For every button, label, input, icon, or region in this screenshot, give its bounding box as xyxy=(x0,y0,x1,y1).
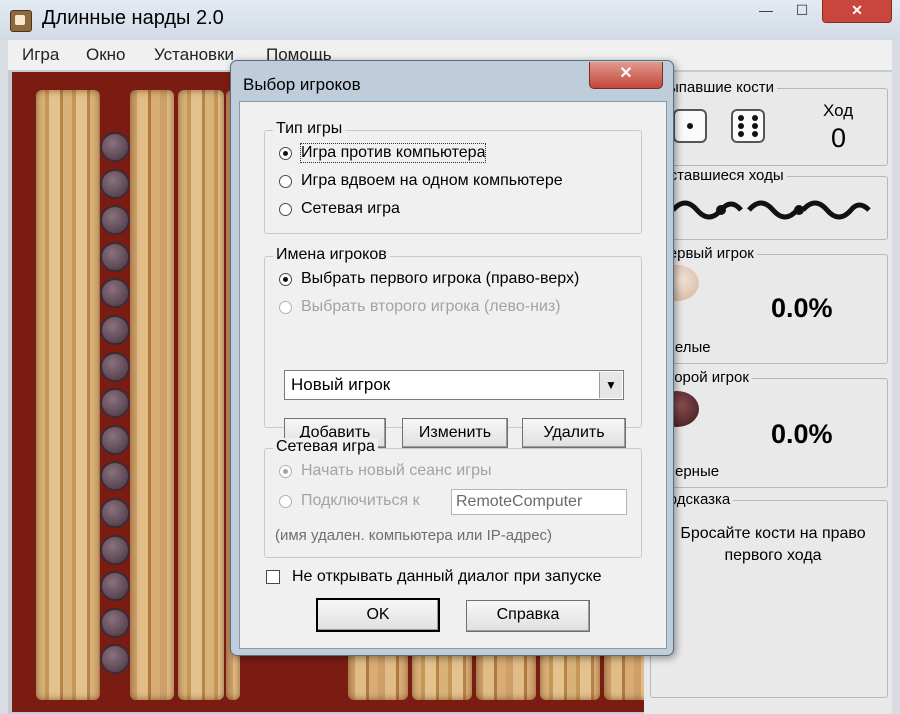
radio-button-icon xyxy=(279,465,292,478)
delete-player-button[interactable]: Удалить xyxy=(522,418,626,448)
checker[interactable] xyxy=(100,278,130,309)
close-window-button[interactable]: ✕ xyxy=(822,0,892,23)
radio-button-icon[interactable] xyxy=(279,175,292,188)
ornament-icon xyxy=(671,200,871,220)
checker[interactable] xyxy=(100,571,130,602)
dialog-close-button[interactable]: ✕ xyxy=(589,62,663,89)
menu-window[interactable]: Окно xyxy=(86,45,126,65)
window-titlebar: Длинные нарды 2.0 — ☐ ✕ xyxy=(0,0,900,40)
game-type-group: Тип игры Игра против компьютера Игра вдв… xyxy=(264,120,642,234)
board-point[interactable] xyxy=(36,90,100,700)
dialog-title: Выбор игроков xyxy=(243,75,361,94)
info-panel: Выпавшие кости Ход 0 Оставшиеся ходы Пер… xyxy=(644,72,892,714)
checker[interactable] xyxy=(100,205,130,236)
checker[interactable] xyxy=(100,132,130,162)
radio-button-icon[interactable] xyxy=(279,203,292,216)
player-names-label: Имена игроков xyxy=(273,246,390,264)
remaining-moves-group: Оставшиеся ходы xyxy=(650,167,888,240)
no-show-checkbox[interactable] xyxy=(266,570,280,584)
turn-value: 0 xyxy=(831,123,847,153)
window-title: Длинные нарды 2.0 xyxy=(42,7,224,29)
first-player-percent: 0.0% xyxy=(771,293,833,323)
checker[interactable] xyxy=(100,424,130,455)
network-hint: (имя удален. компьютера или IP-адрес) xyxy=(275,527,553,544)
hint-text: Бросайте кости на право первого хода xyxy=(680,525,866,564)
edit-player-button[interactable]: Изменить xyxy=(402,418,508,448)
checker[interactable] xyxy=(100,534,130,565)
menu-settings[interactable]: Установки xyxy=(154,45,234,65)
menu-game[interactable]: Игра xyxy=(22,45,59,65)
game-type-label: Тип игры xyxy=(273,120,346,138)
hint-group: Подсказка Бросайте кости на право первог… xyxy=(650,491,888,698)
radio-button-icon[interactable] xyxy=(279,273,292,286)
network-group: Сетевая игра Начать новый сеанс игры Под… xyxy=(264,438,642,558)
remote-host-field: RemoteComputer xyxy=(451,489,627,515)
remaining-moves-label: Оставшиеся ходы xyxy=(655,167,787,184)
checker[interactable] xyxy=(100,644,130,675)
ok-button[interactable]: OK xyxy=(316,598,440,632)
checker[interactable] xyxy=(100,351,130,382)
network-label: Сетевая игра xyxy=(273,438,378,456)
select-players-dialog: Выбор игроков ✕ Тип игры Игра против ком… xyxy=(230,60,674,656)
checker[interactable] xyxy=(100,498,130,528)
radio-button-icon[interactable] xyxy=(279,147,292,160)
chevron-down-icon[interactable]: ▼ xyxy=(599,372,622,398)
die-icon[interactable] xyxy=(673,109,707,143)
maximize-button[interactable]: ☐ xyxy=(784,0,820,22)
checker[interactable] xyxy=(100,461,130,492)
checker[interactable] xyxy=(100,388,130,419)
board-point[interactable] xyxy=(178,90,224,700)
no-show-label: Не открывать данный диалог при запуске xyxy=(292,568,602,585)
player-select[interactable]: Новый игрок ▼ xyxy=(284,370,624,400)
minimize-button[interactable]: — xyxy=(748,0,784,22)
second-player-group: Второй игрок 0.0% Черные xyxy=(650,369,888,488)
app-icon xyxy=(10,10,32,32)
checker[interactable] xyxy=(100,315,130,345)
checker[interactable] xyxy=(100,168,130,199)
dice-group: Выпавшие кости Ход 0 xyxy=(650,79,888,166)
turn-label: Ход xyxy=(823,101,854,120)
dialog-body: Тип игры Игра против компьютера Игра вдв… xyxy=(239,101,667,649)
checker[interactable] xyxy=(100,241,130,272)
first-player-group: Первый игрок 0.0% Белые xyxy=(650,245,888,364)
second-player-percent: 0.0% xyxy=(771,419,833,449)
radio-button-icon xyxy=(279,301,292,314)
help-button[interactable]: Справка xyxy=(466,600,590,632)
checker[interactable] xyxy=(100,607,130,638)
die-icon[interactable] xyxy=(731,109,765,143)
radio-button-icon xyxy=(279,495,292,508)
board-point[interactable] xyxy=(130,90,174,700)
player-names-group: Имена игроков Выбрать первого игрока (пр… xyxy=(264,246,642,428)
